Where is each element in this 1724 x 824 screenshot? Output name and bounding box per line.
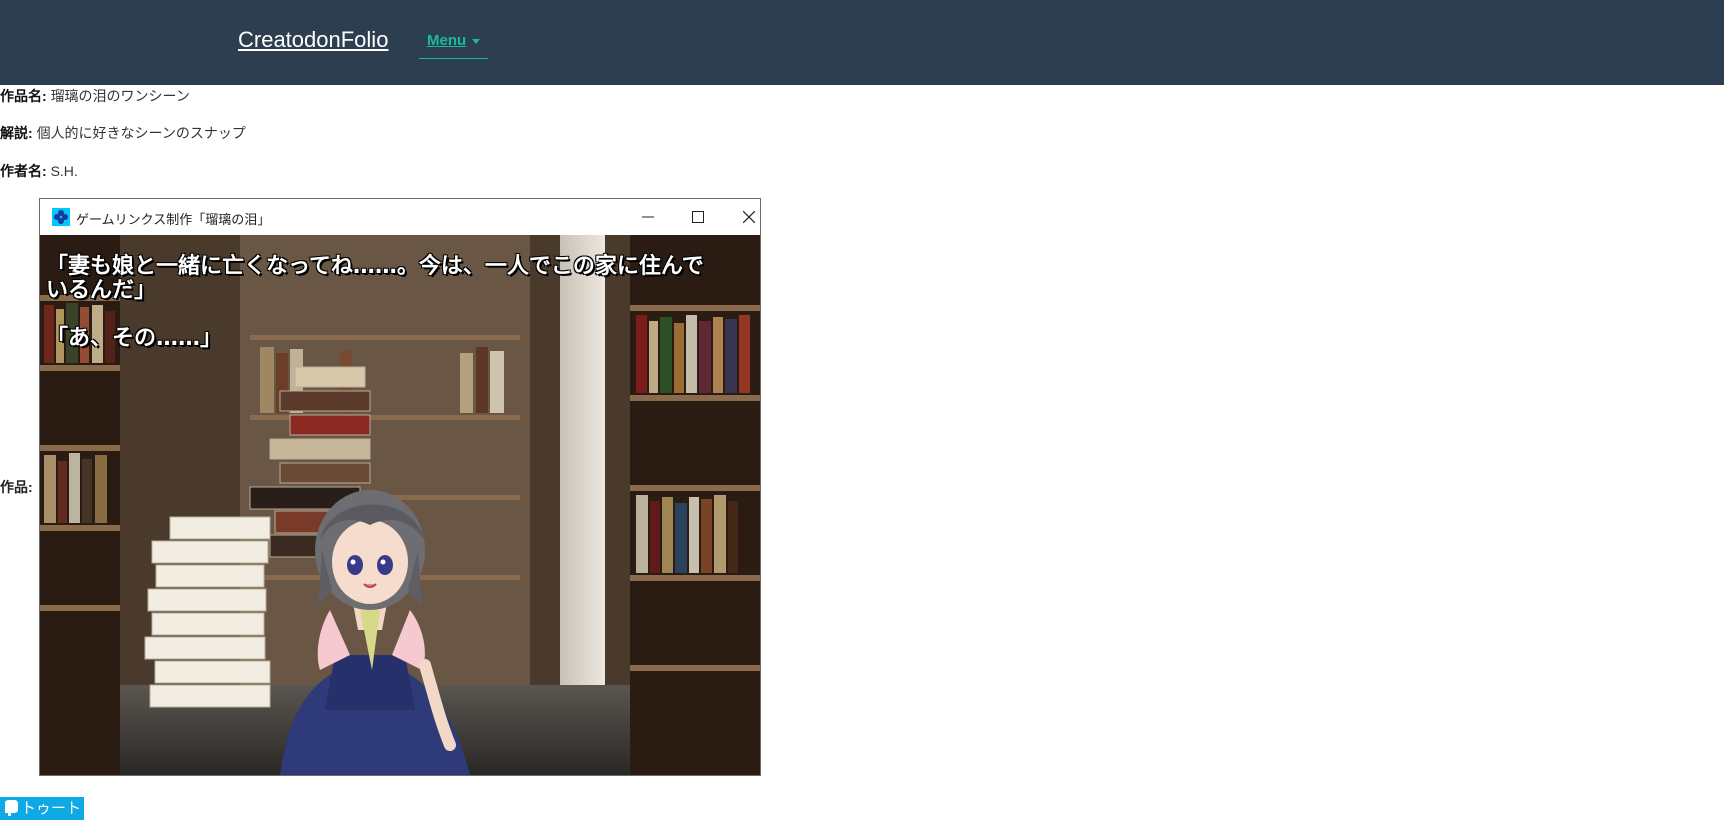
minimize-button[interactable] (625, 199, 671, 235)
mastodon-icon (5, 800, 18, 816)
author-label: 作者名: (0, 163, 47, 179)
caret-down-icon (472, 38, 481, 44)
author-value: S.H. (50, 163, 78, 179)
title-label: 作品名: (0, 88, 47, 104)
dialogue-line-2: いるんだ」 (46, 278, 157, 303)
work-label: 作品: (0, 479, 33, 495)
menu-dropdown[interactable]: Menu (419, 30, 489, 59)
author-row: 作者名: S.H. (0, 161, 78, 181)
toot-button[interactable]: トゥート (0, 797, 85, 820)
game-screenshot: ゲームリンクス制作「瑠璃の泪」 「妻も娘と一緒に亡くなってね……。今は、一人でこ… (39, 198, 761, 776)
close-button[interactable] (726, 199, 760, 235)
menu-label: Menu (427, 32, 467, 49)
toot-label: トゥート (21, 799, 82, 817)
description-value: 個人的に好きなシーンのスナップ (36, 125, 246, 141)
window-titlebar: ゲームリンクス制作「瑠璃の泪」 (40, 199, 760, 235)
app-icon (52, 208, 70, 226)
description-label: 解説: (0, 125, 33, 141)
window-title: ゲームリンクス制作「瑠璃の泪」 (76, 213, 271, 228)
maximize-icon (692, 211, 704, 223)
game-scene: 「妻も娘と一緒に亡くなってね……。今は、一人でこの家に住んで いるんだ」 「あ、… (40, 235, 760, 775)
dialogue-line-1: 「妻も娘と一緒に亡くなってね……。今は、一人でこの家に住んで (46, 254, 704, 279)
title-row: 作品名: 瑠璃の泪のワンシーン (0, 86, 190, 106)
minimize-icon (642, 216, 654, 218)
dialogue-line-3: 「あ、その……」 (46, 326, 223, 351)
navbar: CreatodonFolio Menu (0, 0, 1724, 85)
description-row: 解説: 個人的に好きなシーンのスナップ (0, 123, 246, 143)
maximize-button[interactable] (675, 199, 721, 235)
close-icon (743, 211, 755, 223)
brand-link[interactable]: CreatodonFolio (238, 27, 388, 53)
title-value: 瑠璃の泪のワンシーン (50, 88, 190, 104)
character-sprite (280, 490, 470, 775)
